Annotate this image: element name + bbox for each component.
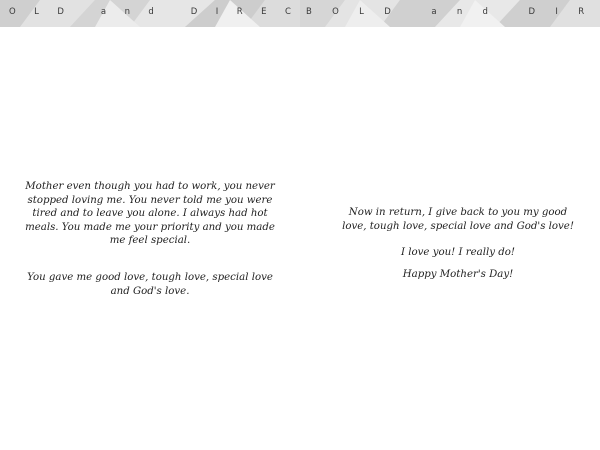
card-left-page: Mother even though you had to work, you … <box>0 27 300 450</box>
left-verse-paragraph-2: You gave me good love, tough love, speci… <box>27 272 273 297</box>
right-verse-paragraph-1: Now in return, I give back to you my goo… <box>342 207 574 232</box>
banner-text-right: B O L D a n d D I R E C <box>306 7 585 17</box>
banner-right: B O L D a n d D I R E C <box>300 0 600 27</box>
card-right-page: Now in return, I give back to you my goo… <box>300 27 600 450</box>
right-verse-paragraph-2: I love you! I really do! <box>401 247 515 258</box>
right-verse-greeting: Happy Mother's Day! <box>402 269 514 280</box>
banner-text-left: O L D a n d D I R E C T B <box>9 7 291 17</box>
left-verse-paragraph-1: Mother even though you had to work, you … <box>25 181 275 246</box>
banner-left: O L D a n d D I R E C T B <box>0 0 300 27</box>
header-banner: O L D a n d D I R E C T B <box>0 0 600 27</box>
